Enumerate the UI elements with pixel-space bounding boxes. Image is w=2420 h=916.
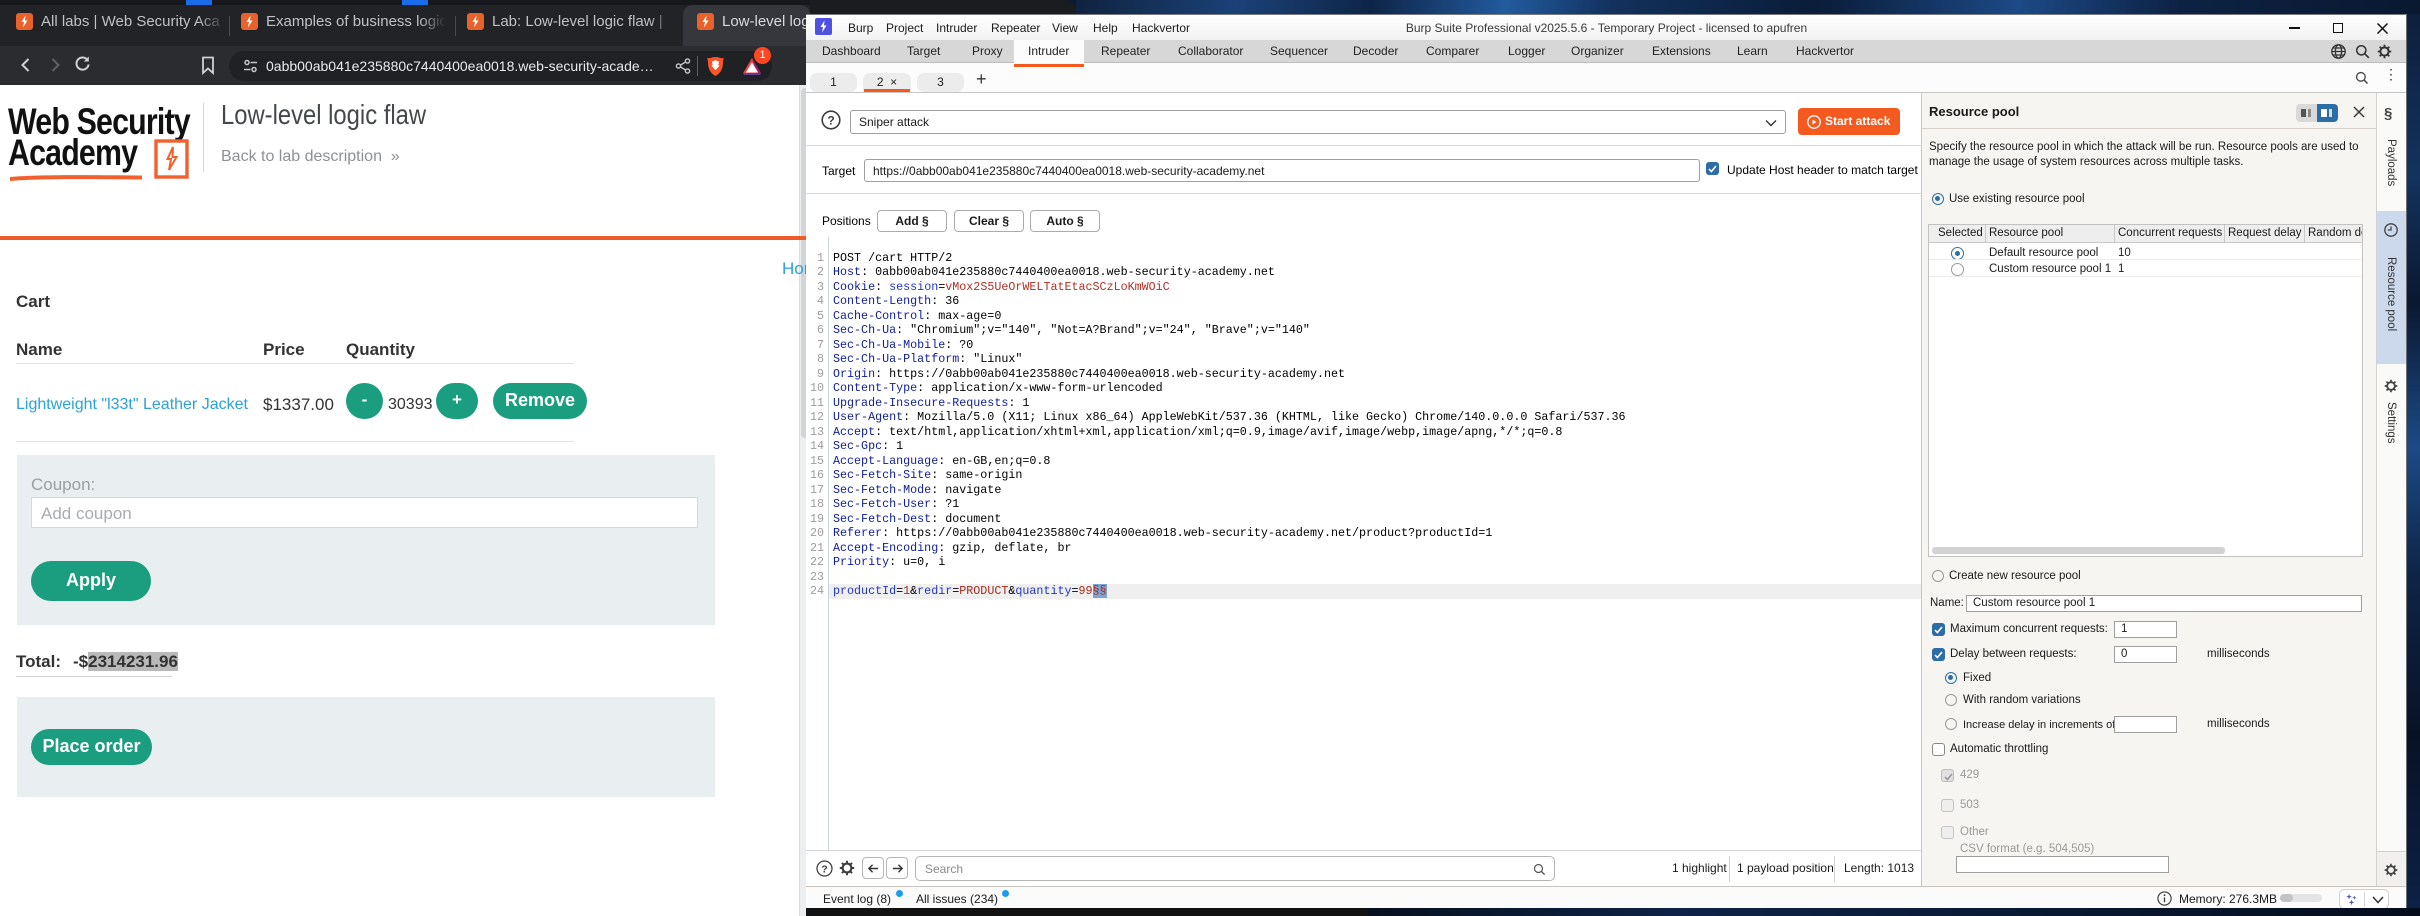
svg-text:?: ? (827, 114, 834, 128)
svg-text:?: ? (821, 864, 827, 875)
